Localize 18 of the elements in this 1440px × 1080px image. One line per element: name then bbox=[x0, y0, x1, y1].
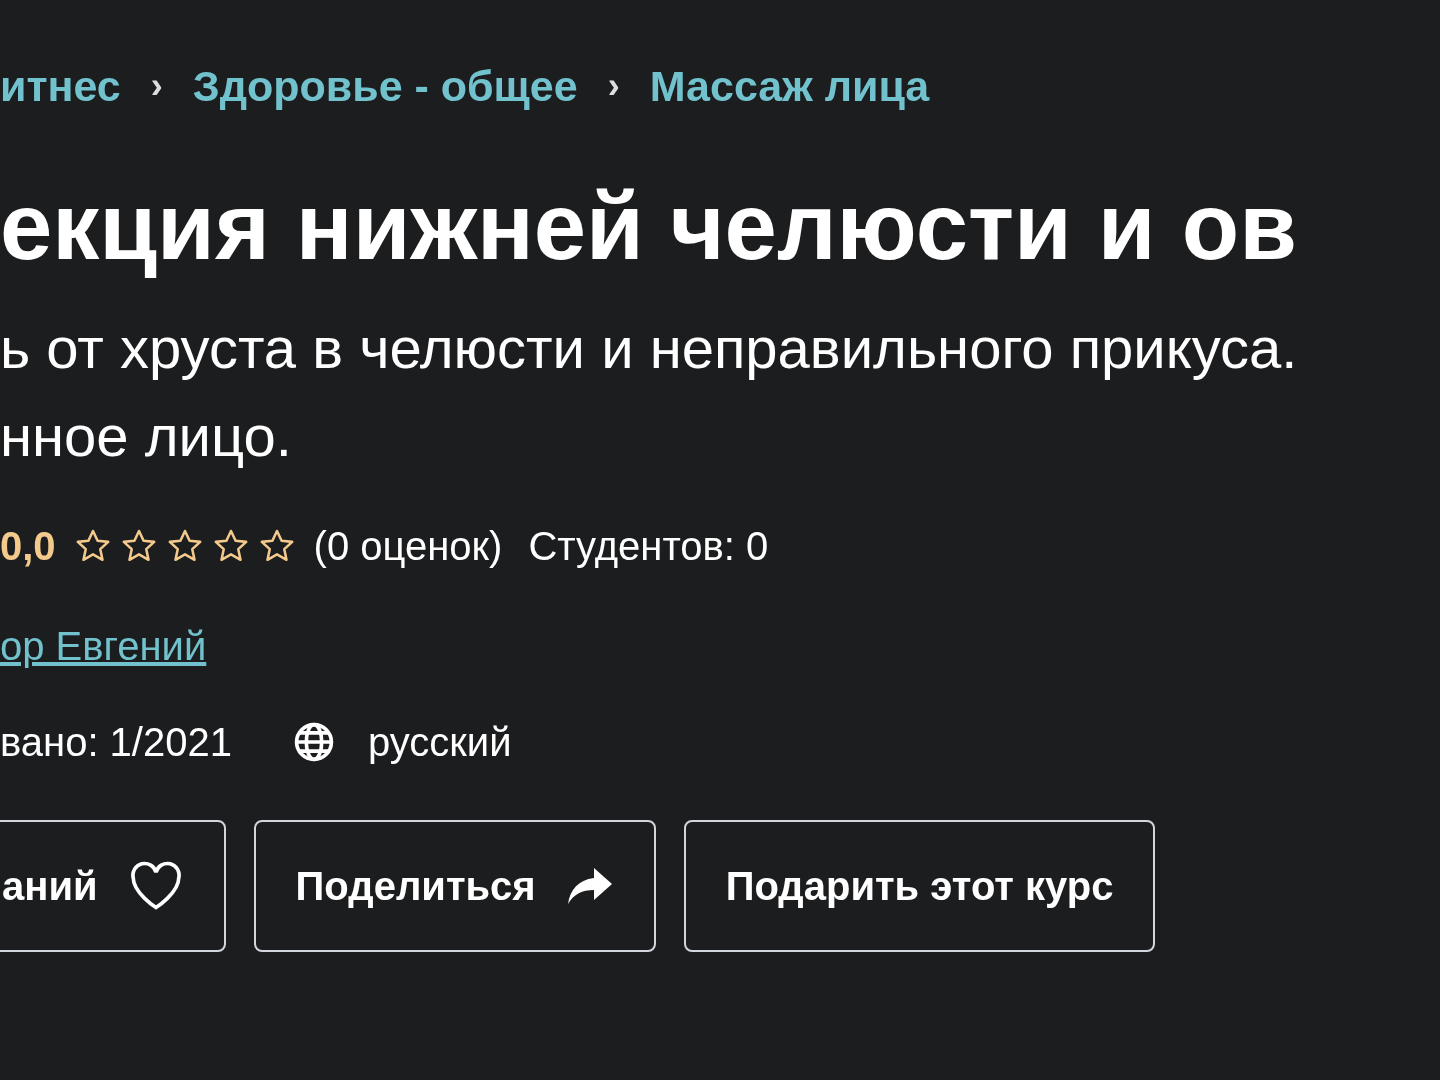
students-count: Студентов: 0 bbox=[528, 522, 769, 570]
action-button[interactable]: аний bbox=[0, 819, 226, 952]
share-icon bbox=[565, 865, 614, 906]
breadcrumb-link[interactable]: Здоровье - общее bbox=[192, 54, 578, 119]
breadcrumb-separator: › bbox=[607, 64, 620, 109]
breadcrumb-link[interactable]: Массаж лица bbox=[649, 54, 930, 119]
course-subtitle: ь от хруста в челюсти и неправильного прикуса. bbox=[0, 313, 1299, 382]
course-subtitle: нное лицо. bbox=[0, 401, 293, 470]
language-label: русский bbox=[367, 718, 512, 766]
breadcrumb-separator: › bbox=[150, 64, 163, 109]
rating-value: 0,0 bbox=[0, 522, 56, 570]
updated-date: вано: 1/2021 bbox=[0, 718, 232, 766]
action-button[interactable]: Поделиться bbox=[253, 819, 656, 952]
action-button[interactable]: Подарить этот курс bbox=[683, 819, 1156, 952]
breadcrumb-link[interactable]: итнес bbox=[0, 54, 121, 119]
author-link[interactable]: ор Евгений bbox=[0, 615, 207, 676]
course-title: екция нижней челюсти и ов bbox=[0, 174, 1298, 278]
rating-count: (0 оценок) bbox=[313, 522, 503, 570]
